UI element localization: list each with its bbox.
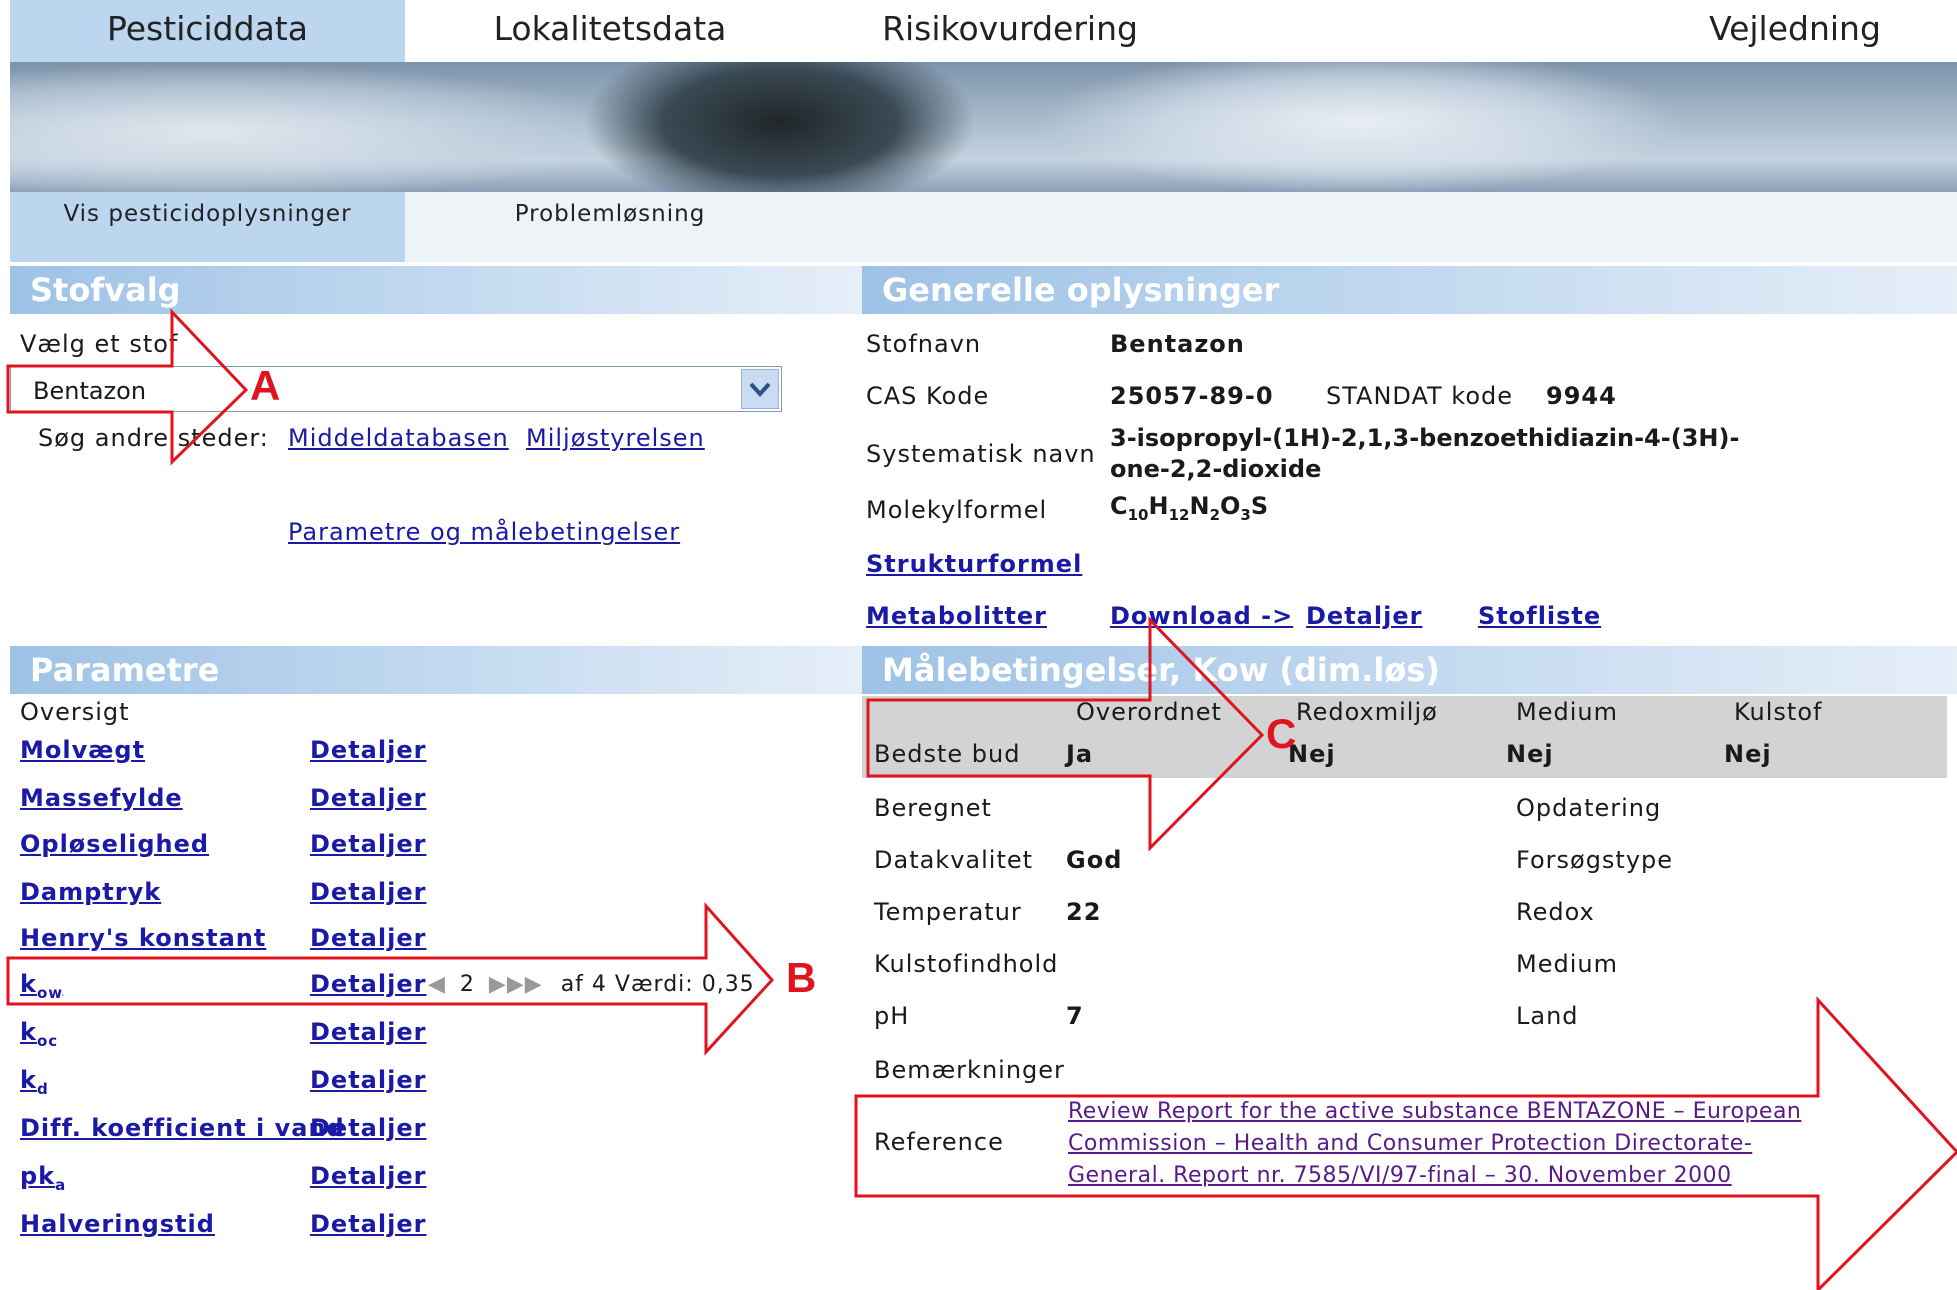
annotation-a: A bbox=[250, 362, 280, 409]
arrow-a bbox=[6, 308, 249, 466]
annotation-c: C bbox=[1266, 710, 1296, 757]
arrow-reference bbox=[854, 996, 1957, 1290]
annotation-overlay: A B C bbox=[6, 308, 1957, 1290]
arrow-c bbox=[866, 616, 1265, 852]
annotation-b: B bbox=[786, 954, 816, 1001]
arrow-b bbox=[6, 902, 775, 1056]
